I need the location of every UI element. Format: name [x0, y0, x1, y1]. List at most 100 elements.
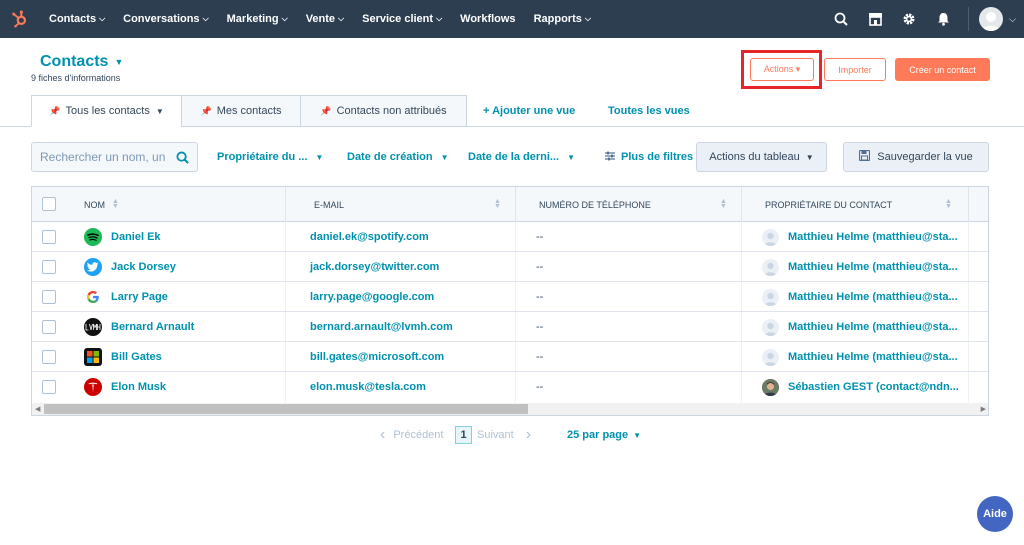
- contact-phone: --: [536, 261, 544, 273]
- save-view-button[interactable]: Sauvegarder la vue: [843, 142, 989, 172]
- contact-owner-link[interactable]: Matthieu Helme (matthieu@sta...: [788, 321, 958, 333]
- import-button[interactable]: Importer: [824, 58, 886, 81]
- scrollbar-thumb[interactable]: [44, 404, 528, 414]
- contact-email-link[interactable]: jack.dorsey@twitter.com: [310, 261, 439, 273]
- column-header-email[interactable]: E-MAIL: [314, 187, 344, 222]
- contact-name-link[interactable]: Elon Musk: [111, 381, 166, 393]
- column-header-owner[interactable]: PROPRIÉTAIRE DU CONTACT: [765, 187, 892, 222]
- tab-label: Contacts non attribués: [336, 105, 447, 117]
- top-navigation-bar: Contacts ⌵ Conversations ⌵ Marketing ⌵ Vent…: [0, 0, 1024, 38]
- marketplace-icon[interactable]: [858, 0, 892, 38]
- phone-cell: --: [536, 372, 543, 402]
- spotify-logo-icon: [84, 228, 102, 246]
- all-views-link[interactable]: Toutes les vues: [608, 95, 690, 126]
- sort-icon[interactable]: ▲ ▼: [720, 198, 727, 210]
- previous-page-button[interactable]: ‹ Précédent: [380, 425, 443, 445]
- twitter-logo-icon: [84, 258, 102, 276]
- contact-phone: --: [536, 381, 544, 393]
- contact-email-link[interactable]: elon.musk@tesla.com: [310, 381, 426, 393]
- contact-name-link[interactable]: Jack Dorsey: [111, 261, 176, 273]
- owner-avatar: [762, 318, 779, 336]
- phone-cell: --: [536, 222, 543, 252]
- more-filters-button[interactable]: Plus de filtres: [605, 142, 693, 172]
- table-row: Jack Dorsey jack.dorsey@twitter.com -- M…: [32, 252, 988, 282]
- help-button[interactable]: Aide: [977, 496, 1013, 532]
- contact-owner-link[interactable]: Matthieu Helme (matthieu@sta...: [788, 351, 958, 363]
- row-checkbox[interactable]: [42, 290, 56, 304]
- filter-label: Propriétaire du ...: [217, 151, 308, 163]
- column-header-name[interactable]: NOM: [84, 187, 105, 222]
- search-input[interactable]: [40, 150, 168, 164]
- nav-item-rapports[interactable]: Rapports ⌵: [525, 0, 600, 38]
- contact-phone: --: [536, 231, 544, 243]
- contact-name-link[interactable]: Bernard Arnault: [111, 321, 194, 333]
- settings-icon[interactable]: [892, 0, 926, 38]
- create-contact-button[interactable]: Créer un contact: [895, 58, 990, 81]
- tab-all-contacts[interactable]: 📌 Tous les contacts ▼: [31, 95, 182, 127]
- contact-owner-link[interactable]: Matthieu Helme (matthieu@sta...: [788, 231, 958, 243]
- row-checkbox[interactable]: [42, 350, 56, 364]
- nav-item-contacts[interactable]: Contacts ⌵: [40, 0, 114, 38]
- row-checkbox[interactable]: [42, 230, 56, 244]
- sort-icon[interactable]: ▲ ▼: [112, 198, 119, 210]
- caret-down-icon: ▼: [567, 152, 576, 162]
- last-activity-date-filter[interactable]: Date de la derni... ▼: [468, 142, 575, 172]
- hubspot-logo-icon[interactable]: [0, 0, 40, 38]
- nav-item-vente[interactable]: Vente ⌵: [297, 0, 353, 38]
- name-cell: Daniel Ek: [84, 222, 161, 252]
- owner-filter[interactable]: Propriétaire du ... ▼: [217, 142, 323, 172]
- select-all-checkbox[interactable]: [42, 197, 56, 211]
- column-divider: [285, 187, 286, 222]
- contact-name-link[interactable]: Larry Page: [111, 291, 168, 303]
- row-checkbox[interactable]: [42, 380, 56, 394]
- nav-item-label: Conversations: [123, 13, 200, 25]
- contact-owner-link[interactable]: Matthieu Helme (matthieu@sta...: [788, 291, 958, 303]
- per-page-dropdown[interactable]: 25 par page ▼: [567, 425, 641, 445]
- next-page-button[interactable]: Suivant ›: [477, 425, 531, 445]
- contact-email-link[interactable]: larry.page@google.com: [310, 291, 434, 303]
- contact-owner-link[interactable]: Matthieu Helme (matthieu@sta...: [788, 261, 958, 273]
- search-icon[interactable]: [176, 151, 189, 169]
- table-row: Bill Gates bill.gates@microsoft.com -- M…: [32, 342, 988, 372]
- tab-unassigned-contacts[interactable]: 📌 Contacts non attribués: [300, 95, 467, 127]
- search-icon[interactable]: [824, 0, 858, 38]
- sort-icon[interactable]: ▲ ▼: [945, 198, 952, 210]
- nav-item-marketing[interactable]: Marketing ⌵: [218, 0, 297, 38]
- contact-name-link[interactable]: Daniel Ek: [111, 231, 161, 243]
- nav-item-label: Marketing: [226, 13, 279, 25]
- creation-date-filter[interactable]: Date de création ▼: [347, 142, 449, 172]
- row-checkbox[interactable]: [42, 320, 56, 334]
- column-header-phone[interactable]: NUMÉRO DE TÉLÉPHONE: [539, 187, 651, 222]
- add-view-link[interactable]: + Ajouter une vue: [483, 95, 575, 126]
- scroll-left-arrow-icon[interactable]: ◀: [35, 405, 40, 413]
- horizontal-scrollbar[interactable]: ◀ ▶: [32, 403, 988, 415]
- table-actions-button[interactable]: Actions du tableau ▼: [696, 142, 827, 172]
- email-cell: elon.musk@tesla.com: [310, 372, 426, 402]
- scroll-right-arrow-icon[interactable]: ▶: [981, 405, 986, 413]
- page-title[interactable]: Contacts ▼: [40, 53, 123, 71]
- chevron-down-icon: ⌵: [1009, 13, 1016, 24]
- next-label: Suivant: [477, 429, 514, 441]
- column-divider: [515, 187, 516, 222]
- table-row: Daniel Ek daniel.ek@spotify.com -- Matth…: [32, 222, 988, 252]
- nav-item-conversations[interactable]: Conversations ⌵: [114, 0, 218, 38]
- row-checkbox[interactable]: [42, 260, 56, 274]
- button-label: Actions du tableau: [709, 151, 800, 163]
- account-menu[interactable]: ⌵: [979, 7, 1024, 31]
- actions-button[interactable]: Actions ▾: [750, 58, 814, 81]
- contact-email-link[interactable]: bill.gates@microsoft.com: [310, 351, 444, 363]
- contact-email-link[interactable]: bernard.arnault@lvmh.com: [310, 321, 453, 333]
- tab-my-contacts[interactable]: 📌 Mes contacts: [181, 95, 301, 127]
- page-number-button[interactable]: 1: [455, 426, 472, 444]
- nav-item-service-client[interactable]: Service client ⌵: [353, 0, 451, 38]
- contact-phone: --: [536, 291, 544, 303]
- contact-owner-link[interactable]: Sébastien GEST (contact@ndn...: [788, 381, 959, 393]
- caret-down-icon: ▼: [315, 152, 324, 162]
- sort-icon[interactable]: ▲ ▼: [494, 198, 501, 210]
- email-cell: jack.dorsey@twitter.com: [310, 252, 439, 282]
- table-row: Larry Page larry.page@google.com -- Matt…: [32, 282, 988, 312]
- nav-item-workflows[interactable]: Workflows: [451, 0, 524, 38]
- notifications-icon[interactable]: [926, 0, 960, 38]
- contact-name-link[interactable]: Bill Gates: [111, 351, 162, 363]
- contact-email-link[interactable]: daniel.ek@spotify.com: [310, 231, 429, 243]
